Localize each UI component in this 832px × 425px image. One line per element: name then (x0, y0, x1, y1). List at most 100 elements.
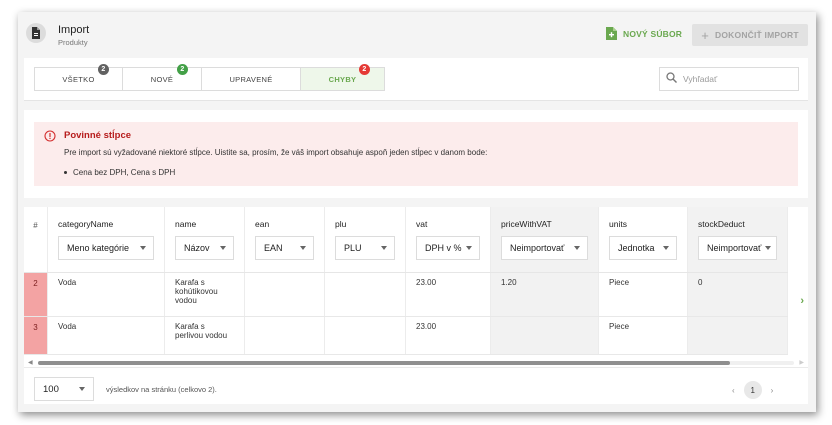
finish-import-label: DOKONČIŤ IMPORT (715, 30, 799, 40)
app-window: Import Produkty NOVÝ SÚBOR + DOKONČIŤ IM… (18, 12, 816, 412)
column-header: priceWithVAT Neimportovať (491, 207, 599, 272)
table-cell[interactable]: 23.00 (406, 317, 491, 354)
column-name: categoryName (58, 219, 114, 229)
column-header: vat DPH v % (406, 207, 491, 272)
column-mapping-select[interactable]: Jednotka (609, 236, 677, 260)
rownum-header: # (24, 207, 48, 272)
tab-errors[interactable]: CHYBY 2 (301, 64, 384, 90)
table-footer: 100 výsledkov na stránku (celkovo 2). ‹ … (24, 367, 808, 404)
column-mapping-select[interactable]: Neimportovať (698, 236, 777, 260)
scroll-right-icon[interactable]: › (800, 295, 804, 307)
column-mapping-value: Neimportovať (510, 243, 565, 253)
column-header: categoryName Meno kategórie (48, 207, 165, 272)
column-mapping-value: DPH v % (425, 243, 462, 253)
dropdown-arrow-icon (79, 387, 85, 391)
dropdown-arrow-icon (765, 246, 772, 250)
search-input[interactable] (683, 74, 783, 84)
prev-page-icon[interactable]: ‹ (732, 386, 735, 395)
column-name: units (609, 219, 627, 229)
tab-all-label: VŠETKO (62, 74, 95, 84)
column-mapping-value: Jednotka (618, 243, 655, 253)
dropdown-arrow-icon (300, 246, 306, 250)
column-mapping-select[interactable]: Meno kategórie (58, 236, 154, 260)
table-cell[interactable] (245, 317, 325, 354)
dropdown-arrow-icon (140, 246, 146, 250)
column-mapping-value: Meno kategórie (67, 243, 130, 253)
search-icon (666, 70, 677, 88)
column-header: plu PLU (325, 207, 406, 272)
column-name: priceWithVAT (501, 219, 552, 229)
tab-new[interactable]: NOVÉ 2 (123, 64, 202, 90)
page-subtitle: Produkty (58, 38, 88, 47)
table-cell[interactable]: Piece (599, 317, 688, 354)
table-cell[interactable] (325, 317, 406, 354)
column-mapping-value: Názov (184, 243, 210, 253)
table-cell[interactable]: Voda (48, 273, 165, 316)
alert-list-item: Cena bez DPH, Cena s DPH (64, 168, 175, 177)
tab-errors-badge: 2 (359, 64, 370, 75)
column-name: plu (335, 219, 347, 229)
required-columns-alert: Povinné stĺpce Pre import sú vyžadované … (34, 122, 798, 186)
next-page-icon[interactable]: › (771, 386, 774, 395)
dropdown-arrow-icon (381, 246, 387, 250)
row-number: 2 (24, 273, 48, 316)
document-icon (26, 23, 46, 43)
column-mapping-select[interactable]: DPH v % (416, 236, 480, 260)
page-header: Import Produkty NOVÝ SÚBOR + DOKONČIŤ IM… (18, 12, 816, 54)
row-number: 3 (24, 317, 48, 354)
table-cell[interactable]: 0 (688, 273, 788, 316)
search-box[interactable] (659, 67, 799, 91)
per-page-value: 100 (43, 383, 59, 395)
column-mapping-select[interactable]: Neimportovať (501, 236, 588, 260)
table-cell[interactable] (325, 273, 406, 316)
new-file-label: NOVÝ SÚBOR (623, 29, 683, 39)
dropdown-arrow-icon (574, 246, 580, 250)
horizontal-scrollbar[interactable]: ◀ ▶ (28, 360, 804, 366)
plus-icon: + (701, 27, 710, 43)
column-mapping-select[interactable]: Názov (175, 236, 234, 260)
table-cell[interactable]: Karafa s kohútikovou vodou (165, 273, 245, 316)
finish-import-button[interactable]: + DOKONČIŤ IMPORT (692, 24, 808, 46)
tab-new-badge: 2 (177, 64, 188, 75)
filter-tabs: VŠETKO 2 NOVÉ 2 UPRAVENÉ CHYBY 2 (34, 64, 385, 91)
table-cell[interactable]: Karafa s perlivou vodou (165, 317, 245, 354)
import-table: # categoryName Meno kategórie name Názov… (24, 207, 808, 355)
table-row[interactable]: 3 Voda Karafa s perlivou vodou 23.00 Pie… (24, 317, 788, 355)
page-title: Import (58, 24, 90, 36)
table-cell[interactable] (491, 317, 599, 354)
scroll-left-arrow-icon[interactable]: ◀ (28, 359, 33, 366)
dropdown-arrow-icon (466, 246, 472, 250)
bullet (64, 171, 67, 174)
new-file-button[interactable]: NOVÝ SÚBOR (606, 26, 682, 42)
per-page-select[interactable]: 100 (34, 377, 94, 401)
column-name: stockDeduct (698, 219, 745, 229)
table-cell[interactable] (688, 317, 788, 354)
table-cell[interactable] (245, 273, 325, 316)
scroll-right-arrow-icon[interactable]: ▶ (799, 359, 804, 366)
tab-all-badge: 2 (98, 64, 109, 75)
alert-title: Povinné stĺpce (64, 130, 132, 141)
scrollbar-thumb[interactable] (38, 361, 730, 365)
table-cell[interactable]: Voda (48, 317, 165, 354)
column-header: ean EAN (245, 207, 325, 272)
tab-new-label: NOVÉ (150, 74, 174, 84)
tab-modified[interactable]: UPRAVENÉ (202, 68, 301, 90)
filter-bar: VŠETKO 2 NOVÉ 2 UPRAVENÉ CHYBY 2 (24, 58, 808, 101)
column-name: vat (416, 219, 428, 229)
alert-panel: Povinné stĺpce Pre import sú vyžadované … (24, 110, 808, 198)
tab-all[interactable]: VŠETKO 2 (35, 64, 123, 90)
table-cell[interactable]: 23.00 (406, 273, 491, 316)
column-mapping-select[interactable]: PLU (335, 236, 395, 260)
file-add-icon (606, 26, 617, 42)
column-mapping-value: PLU (344, 243, 362, 253)
column-name: name (175, 219, 197, 229)
table-cell[interactable]: 1.20 (491, 273, 599, 316)
table-header-row: # categoryName Meno kategórie name Názov… (24, 207, 788, 273)
tab-modified-label: UPRAVENÉ (229, 74, 273, 84)
column-mapping-select[interactable]: EAN (255, 236, 314, 260)
current-page[interactable]: 1 (743, 381, 762, 399)
table-cell[interactable]: Piece (599, 273, 688, 316)
column-header: stockDeduct Neimportovať (688, 207, 788, 272)
column-header: units Jednotka (599, 207, 688, 272)
table-row[interactable]: 2 Voda Karafa s kohútikovou vodou 23.00 … (24, 273, 788, 317)
